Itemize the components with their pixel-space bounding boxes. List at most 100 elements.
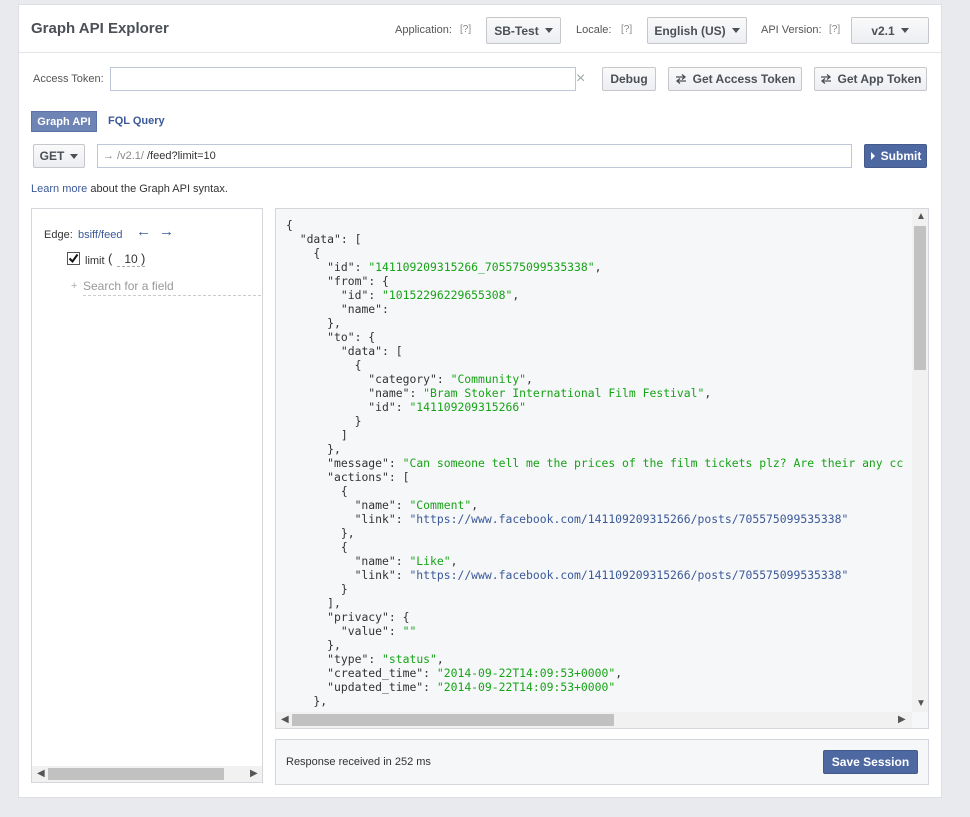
json-line: "category": "Community", — [368, 372, 533, 386]
json-line: { — [286, 484, 348, 498]
response-horizontal-scrollbar[interactable]: ◀ ▶ — [276, 712, 912, 728]
limit-label: limit — [85, 255, 105, 267]
json-line: "data": [ — [299, 232, 362, 246]
request-path-value: /feed?limit=10 — [147, 150, 216, 162]
access-token-input[interactable] — [110, 67, 576, 91]
explorer-panel: Graph API Explorer Application: [?] SB-T… — [18, 4, 942, 798]
get-access-token-label: Get Access Token — [692, 72, 796, 86]
json-line: "name": — [340, 302, 389, 316]
learn-more-link[interactable]: Learn more — [31, 183, 87, 195]
json-line: { — [286, 358, 362, 372]
method-select-value: GET — [39, 149, 65, 163]
locale-select[interactable]: English (US) — [647, 17, 747, 44]
locale-select-value: English (US) — [654, 23, 726, 38]
json-line: "id": "10152296229655308", — [340, 288, 520, 302]
header-divider — [19, 52, 941, 53]
scroll-right-icon[interactable]: ▶ — [898, 714, 906, 725]
chevron-down-icon — [544, 28, 553, 33]
edge-link[interactable]: bsiff/feed — [78, 229, 122, 241]
debug-button[interactable]: Debug — [602, 67, 656, 91]
json-line: { — [286, 246, 321, 260]
limit-open-paren: ( — [108, 251, 113, 266]
edge-label: Edge: — [44, 229, 73, 241]
learn-more-line: Learn more about the Graph API syntax. — [31, 183, 228, 195]
json-line: }, — [286, 526, 355, 540]
scroll-left-icon[interactable]: ◀ — [37, 768, 45, 779]
clear-token-icon[interactable]: × — [576, 70, 585, 88]
json-line: "id": "141109209315266" — [368, 400, 527, 414]
json-line: "from": { — [327, 274, 389, 288]
checkmark-icon — [68, 253, 79, 264]
get-app-token-label: Get App Token — [837, 72, 922, 86]
chevron-down-icon — [731, 28, 740, 33]
swap-arrows-icon — [675, 74, 686, 84]
json-line: "message": "Can someone tell me the pric… — [327, 456, 904, 470]
scroll-thumb[interactable] — [48, 768, 224, 780]
json-line: "id": "141109209315266_705575099535338", — [327, 260, 602, 274]
json-line: "name": "Bram Stoker International Film … — [368, 386, 712, 400]
method-select[interactable]: GET — [33, 144, 85, 168]
limit-close-paren: ) — [141, 251, 146, 266]
json-line: ] — [286, 428, 348, 442]
scroll-up-icon[interactable]: ▲ — [916, 211, 926, 222]
json-line: "to": { — [327, 330, 376, 344]
application-select[interactable]: SB-Test — [486, 17, 561, 44]
api-version-label: API Version: — [761, 24, 822, 36]
search-field-input[interactable]: Search for a field — [83, 279, 261, 296]
tab-graph-api[interactable]: Graph API — [31, 111, 97, 132]
scroll-down-icon[interactable]: ▼ — [916, 698, 926, 709]
tab-fql-query[interactable]: FQL Query — [108, 115, 165, 127]
save-session-button[interactable]: Save Session — [823, 750, 918, 774]
field-tree-panel: Edge: bsiff/feed ← → limit ( 10 ) + Sear… — [31, 208, 263, 783]
plus-icon: + — [71, 280, 78, 292]
back-arrow-icon[interactable]: ← — [136, 223, 151, 240]
submit-button[interactable]: Submit — [864, 144, 927, 168]
api-version-help-link[interactable]: [?] — [829, 24, 840, 35]
json-line: } — [286, 414, 362, 428]
chevron-down-icon — [900, 28, 909, 33]
request-path-prefix: → /v2.1/ — [103, 150, 144, 162]
response-time-text: Response received in 252 ms — [286, 756, 431, 768]
json-line: }, — [286, 316, 341, 330]
json-line: } — [286, 582, 348, 596]
swap-arrows-icon — [820, 74, 831, 84]
json-line: }, — [286, 694, 328, 708]
scroll-left-icon[interactable]: ◀ — [281, 714, 289, 725]
json-line: "link": "https://www.facebook.com/141109… — [354, 568, 849, 582]
json-line: "privacy": { — [327, 610, 410, 624]
scroll-thumb[interactable] — [914, 226, 926, 370]
get-app-token-button[interactable]: Get App Token — [814, 67, 927, 91]
json-line: { — [286, 218, 293, 232]
json-line: { — [286, 540, 348, 554]
scroll-right-icon[interactable]: ▶ — [250, 768, 258, 779]
json-line: "actions": [ — [327, 470, 410, 484]
json-line: "name": "Like", — [354, 554, 458, 568]
json-line: "link": "https://www.facebook.com/141109… — [354, 512, 849, 526]
json-line: "type": "status", — [327, 652, 444, 666]
locale-label: Locale: — [576, 24, 612, 36]
json-line: ], — [286, 596, 341, 610]
get-access-token-button[interactable]: Get Access Token — [668, 67, 802, 91]
application-help-link[interactable]: [?] — [460, 24, 471, 35]
request-path-input[interactable]: → /v2.1/ /feed?limit=10 — [97, 144, 852, 168]
status-bar: Response received in 252 ms Save Session — [275, 739, 929, 785]
json-line: "value": "" — [340, 624, 417, 638]
fields-horizontal-scrollbar[interactable]: ◀ ▶ — [32, 766, 262, 782]
locale-help-link[interactable]: [?] — [621, 24, 632, 35]
application-select-value: SB-Test — [494, 23, 539, 38]
page-title: Graph API Explorer — [31, 20, 169, 37]
response-json[interactable]: { "data": [ { "id": "141109209315266_705… — [286, 218, 910, 708]
submit-label: Submit — [880, 149, 922, 163]
json-line: "data": [ — [340, 344, 403, 358]
access-token-label: Access Token: — [33, 73, 104, 85]
json-line: "updated_time": "2014-09-22T14:09:53+000… — [327, 680, 616, 694]
json-line: "name": "Comment", — [354, 498, 479, 512]
response-panel: { "data": [ { "id": "141109209315266_705… — [275, 208, 929, 729]
chevron-down-icon — [70, 153, 79, 159]
forward-arrow-icon[interactable]: → — [159, 223, 174, 240]
response-vertical-scrollbar[interactable]: ▲ ▼ — [912, 209, 928, 712]
play-icon — [870, 152, 875, 160]
limit-checkbox[interactable] — [67, 252, 80, 265]
scroll-thumb[interactable] — [292, 714, 614, 726]
api-version-select[interactable]: v2.1 — [851, 17, 929, 44]
